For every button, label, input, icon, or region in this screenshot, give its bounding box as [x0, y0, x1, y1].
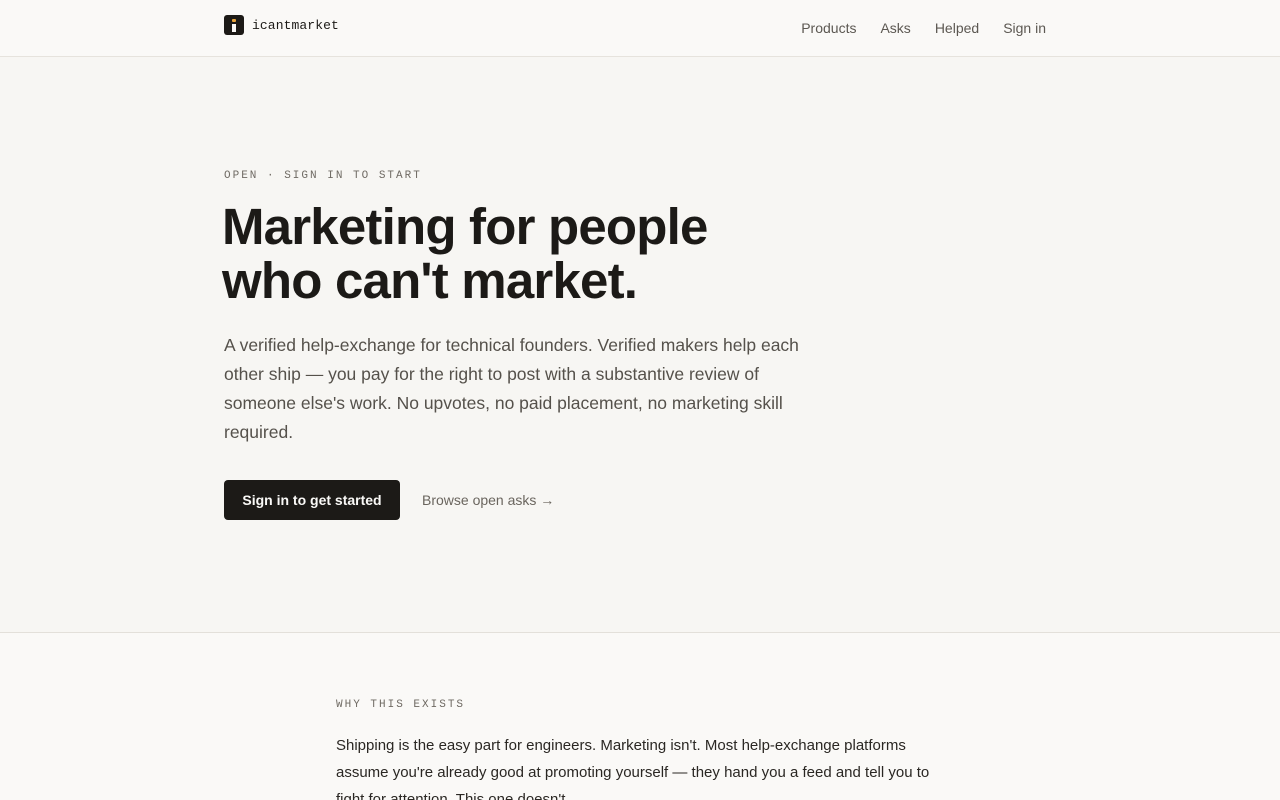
nav-link-sign-in[interactable]: Sign in — [1003, 18, 1046, 38]
main-nav: Products Asks Helped Sign in — [801, 18, 1046, 38]
top-navigation-bar: icantmarket Products Asks Helped Sign in — [0, 0, 1280, 57]
hero-title-line-2: who can't market. — [222, 252, 638, 309]
hero-lead-paragraph: A verified help-exchange for technical f… — [224, 335, 799, 442]
why-section-body: Shipping is the easy part for engineers.… — [336, 737, 930, 800]
brand-name: icantmarket — [252, 17, 339, 33]
why-this-exists-section: WHY THIS EXISTS Shipping is the easy par… — [0, 633, 1280, 800]
hero-title-line-1: Marketing for people — [222, 198, 708, 255]
logo-stem — [232, 24, 236, 32]
nav-link-helped[interactable]: Helped — [935, 18, 979, 38]
logo-dot — [232, 19, 236, 22]
brand-home-link[interactable]: icantmarket — [224, 15, 339, 35]
nav-link-asks[interactable]: Asks — [880, 18, 910, 38]
hero-eyebrow: OPEN · SIGN IN TO START — [224, 170, 422, 182]
nav-link-products[interactable]: Products — [801, 18, 856, 38]
i-logo-icon — [224, 15, 244, 35]
hero-title: Marketing for people who can't market. — [222, 200, 842, 308]
browse-open-asks-link[interactable]: Browse open asks → — [422, 490, 554, 510]
sign-in-get-started-button[interactable]: Sign in to get started — [224, 480, 400, 520]
why-section-label: WHY THIS EXISTS — [336, 699, 466, 711]
hero-section: OPEN · SIGN IN TO START Marketing for pe… — [0, 57, 1280, 632]
